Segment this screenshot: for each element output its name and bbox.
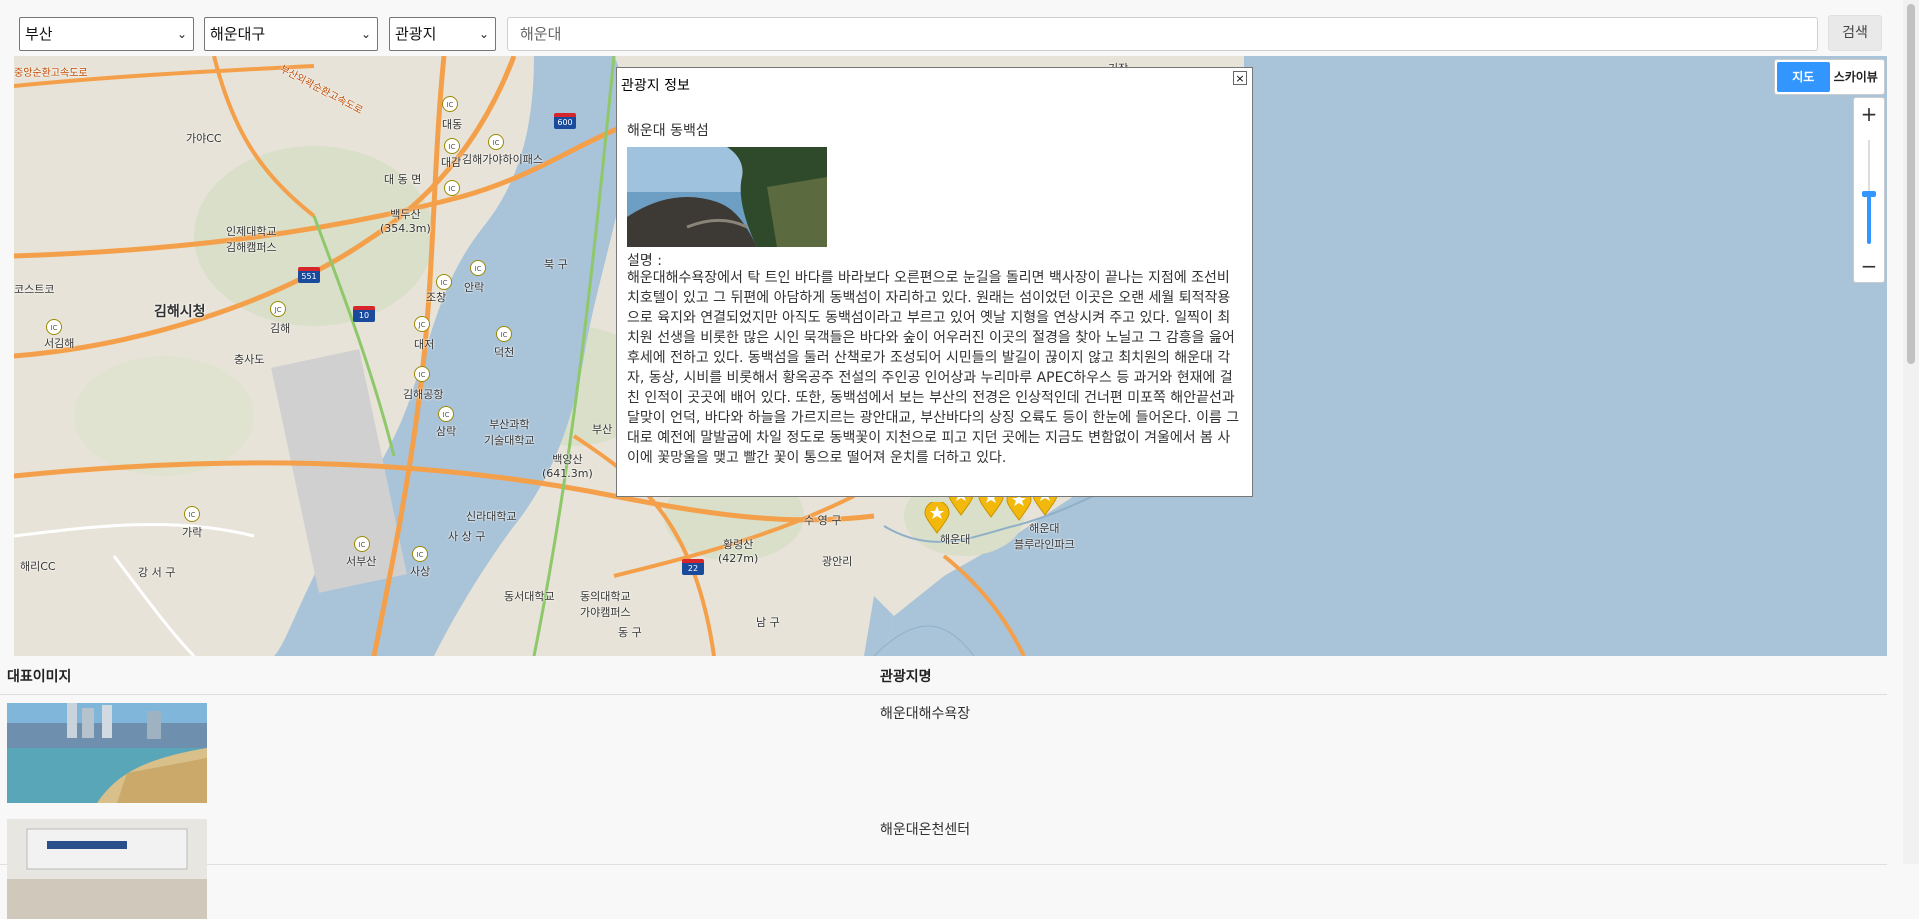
column-header-name: 관광지명 bbox=[880, 669, 932, 685]
search-input-value: 해운대 bbox=[520, 25, 562, 43]
table-row[interactable]: 해운대해수욕장 bbox=[0, 695, 1887, 812]
chevron-down-icon: ⌄ bbox=[478, 27, 489, 41]
info-window: 관광지 정보 × 해운대 동백섬 설명 : 해운대해수욕장에서 탁 트인 바다를… bbox=[616, 67, 1253, 497]
highway-shield-icon: 551 bbox=[298, 267, 320, 283]
map-label: 동 구 bbox=[618, 626, 642, 639]
map-label: 충사도 bbox=[234, 353, 265, 366]
attraction-description: 해운대해수욕장에서 탁 트인 바다를 바라보다 오른편으로 눈길을 돌리면 백사… bbox=[627, 270, 1240, 466]
ic-marker-icon: IC bbox=[412, 546, 428, 562]
map-label: 신라대학교 bbox=[466, 510, 517, 523]
category-select[interactable]: 관광지 ⌄ bbox=[389, 17, 496, 51]
ic-marker-icon: IC bbox=[444, 138, 460, 154]
map-label: 부산과학 기술대학교 bbox=[484, 418, 535, 447]
ic-marker-icon: IC bbox=[354, 536, 370, 552]
map-label: 안락 bbox=[464, 281, 485, 294]
map-type-map-button[interactable]: 지도 bbox=[1777, 62, 1830, 92]
map-label: 동의대학교 가야캠퍼스 bbox=[580, 590, 631, 619]
map-label: 서김해 bbox=[44, 337, 75, 350]
zoom-control: + − bbox=[1853, 97, 1885, 283]
map-label: 수 영 구 bbox=[804, 514, 842, 527]
map-type-control: 지도 스카이뷰 bbox=[1774, 59, 1885, 95]
zoom-slider-handle[interactable] bbox=[1862, 191, 1876, 197]
map-label: 해리CC bbox=[20, 560, 56, 573]
map-label: 인제대학교 김해캠퍼스 bbox=[226, 225, 277, 254]
map-label: 중앙순환고속도로 bbox=[14, 68, 88, 79]
map-label: 해운대 블루라인파크 bbox=[1014, 522, 1075, 551]
map-label: 가야CC bbox=[186, 132, 222, 145]
tourist-star-marker-icon[interactable] bbox=[924, 502, 950, 534]
map-label: 김해 bbox=[270, 322, 291, 335]
map-label: 대저 bbox=[414, 338, 435, 351]
page-scrollbar[interactable] bbox=[1903, 0, 1919, 864]
search-input[interactable]: 해운대 bbox=[507, 17, 1818, 51]
district-select-value: 해운대구 bbox=[210, 25, 266, 43]
ic-marker-icon: IC bbox=[436, 274, 452, 290]
map-label: 북 구 bbox=[544, 258, 568, 271]
attraction-photo bbox=[627, 147, 827, 247]
close-icon[interactable]: × bbox=[1233, 71, 1247, 85]
results-table-header: 대표이미지 관광지명 bbox=[0, 656, 1887, 695]
attraction-thumbnail[interactable] bbox=[7, 703, 207, 803]
region-select[interactable]: 부산 ⌄ bbox=[19, 17, 194, 51]
ic-marker-icon: IC bbox=[438, 406, 454, 422]
map-label: 조창 bbox=[426, 291, 447, 304]
map-label: 사상 bbox=[410, 565, 431, 578]
map-label: 대 동 면 bbox=[384, 173, 422, 186]
table-row[interactable]: 해운대온천센터 bbox=[0, 811, 1887, 919]
chevron-down-icon: ⌄ bbox=[360, 27, 371, 41]
zoom-out-button[interactable]: − bbox=[1854, 250, 1884, 282]
map-label: 김해공항 bbox=[403, 388, 444, 401]
attraction-name-cell: 해운대해수욕장 bbox=[880, 706, 971, 722]
attraction-name-cell: 해운대온천센터 bbox=[880, 822, 971, 838]
highway-shield-icon: 600 bbox=[554, 113, 576, 129]
highway-shield-icon: 22 bbox=[682, 559, 704, 575]
info-window-title: 관광지 정보 bbox=[621, 78, 690, 94]
ic-marker-icon: IC bbox=[184, 506, 200, 522]
map-label: 가락 bbox=[182, 526, 203, 539]
highway-shield-icon: 10 bbox=[353, 306, 375, 322]
ic-marker-icon: JC bbox=[414, 316, 430, 332]
ic-marker-icon: JC bbox=[270, 301, 286, 317]
map-label: 코스트코 bbox=[14, 283, 55, 296]
search-button[interactable]: 검색 bbox=[1828, 15, 1882, 51]
ic-marker-icon: IC bbox=[496, 326, 512, 342]
map-label: 덕천 bbox=[494, 346, 515, 359]
zoom-in-button[interactable]: + bbox=[1854, 98, 1884, 130]
map-label: 부산 bbox=[592, 423, 613, 436]
category-select-value: 관광지 bbox=[395, 25, 437, 43]
zoom-slider-fill bbox=[1867, 194, 1871, 244]
map-label: 남 구 bbox=[756, 616, 780, 629]
map-label: 서부산 bbox=[346, 555, 377, 568]
map-label: 백두산 (354.3m) bbox=[380, 208, 431, 235]
ic-marker-icon: IC bbox=[444, 180, 460, 196]
map-label: 대감 bbox=[441, 156, 462, 169]
map-label: 강 서 구 bbox=[138, 566, 176, 579]
chevron-down-icon: ⌄ bbox=[176, 27, 187, 41]
ic-marker-icon: IC bbox=[414, 366, 430, 382]
district-select[interactable]: 해운대구 ⌄ bbox=[204, 17, 378, 51]
map-label: 광안리 bbox=[822, 555, 853, 568]
ic-marker-icon: IC bbox=[470, 260, 486, 276]
ic-marker-icon: IC bbox=[442, 96, 458, 112]
map-type-skyview-button[interactable]: 스카이뷰 bbox=[1830, 62, 1883, 92]
ic-marker-icon: IC bbox=[488, 134, 504, 150]
region-select-value: 부산 bbox=[25, 25, 53, 43]
map-label: 김해가야하이패스 bbox=[462, 153, 543, 166]
attraction-thumbnail[interactable] bbox=[7, 819, 207, 919]
ic-marker-icon: IC bbox=[46, 319, 62, 335]
map-label: 백양산 (641.3m) bbox=[542, 453, 593, 480]
map-label: 동서대학교 bbox=[504, 590, 555, 603]
map-label: 사 상 구 bbox=[448, 530, 486, 543]
description-label: 설명 : bbox=[627, 253, 662, 269]
scrollbar-thumb[interactable] bbox=[1907, 4, 1915, 364]
map-label: 김해시청 bbox=[154, 304, 206, 320]
map-label: 대동 bbox=[442, 118, 463, 131]
attraction-name: 해운대 동백섬 bbox=[627, 123, 709, 139]
map-label: 황령산 (427m) bbox=[718, 538, 759, 565]
map-label: 삼락 bbox=[436, 425, 457, 438]
column-header-image: 대표이미지 bbox=[7, 669, 72, 685]
